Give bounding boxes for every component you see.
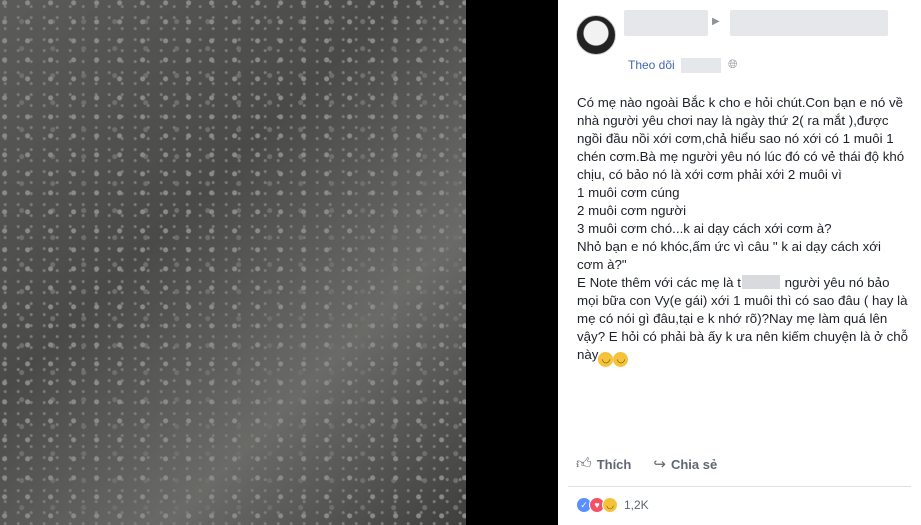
follow-link[interactable]: Theo dõi bbox=[628, 58, 675, 72]
share-label: Chia sẻ bbox=[670, 456, 718, 472]
like-label: Thích bbox=[596, 456, 632, 472]
thumbs-up-icon: 👍︎ bbox=[576, 455, 592, 472]
laughing-emoji-icon: ◡ bbox=[613, 352, 629, 367]
post-sidebar: ▶ Theo dõi 🌐︎ Có mẹ nào ngoài Bắc k cho … bbox=[558, 0, 921, 525]
redacted-text bbox=[741, 275, 780, 289]
timestamp-redacted bbox=[681, 58, 721, 73]
reactions-summary[interactable]: ✓ ♥ ◡ 1,2K bbox=[576, 497, 649, 513]
like-button[interactable]: 👍︎ Thích bbox=[576, 455, 631, 473]
post-body: Có mẹ nào ngoài Bắc k cho e hỏi chút.Con… bbox=[577, 94, 911, 367]
avatar[interactable] bbox=[576, 15, 616, 55]
post-actions: 👍︎ Thích ↪ Chia sẻ bbox=[576, 455, 717, 473]
caret-right-icon: ▶ bbox=[712, 16, 720, 27]
food-photo[interactable] bbox=[0, 0, 466, 525]
post-body-part1: Có mẹ nào ngoài Bắc k cho e hỏi chút.Con… bbox=[577, 95, 905, 290]
group-name-redacted[interactable] bbox=[730, 10, 888, 36]
share-button[interactable]: ↪ Chia sẻ bbox=[653, 455, 717, 473]
share-arrow-icon: ↪ bbox=[653, 456, 666, 473]
laughing-emoji-icon: ◡ bbox=[598, 352, 614, 367]
photo-viewer bbox=[0, 0, 558, 525]
globe-icon: 🌐︎ bbox=[728, 57, 738, 71]
haha-reaction-icon: ◡ bbox=[602, 497, 618, 513]
reaction-count: 1,2K bbox=[624, 498, 649, 512]
author-name-redacted[interactable] bbox=[624, 10, 708, 36]
divider bbox=[568, 486, 911, 487]
